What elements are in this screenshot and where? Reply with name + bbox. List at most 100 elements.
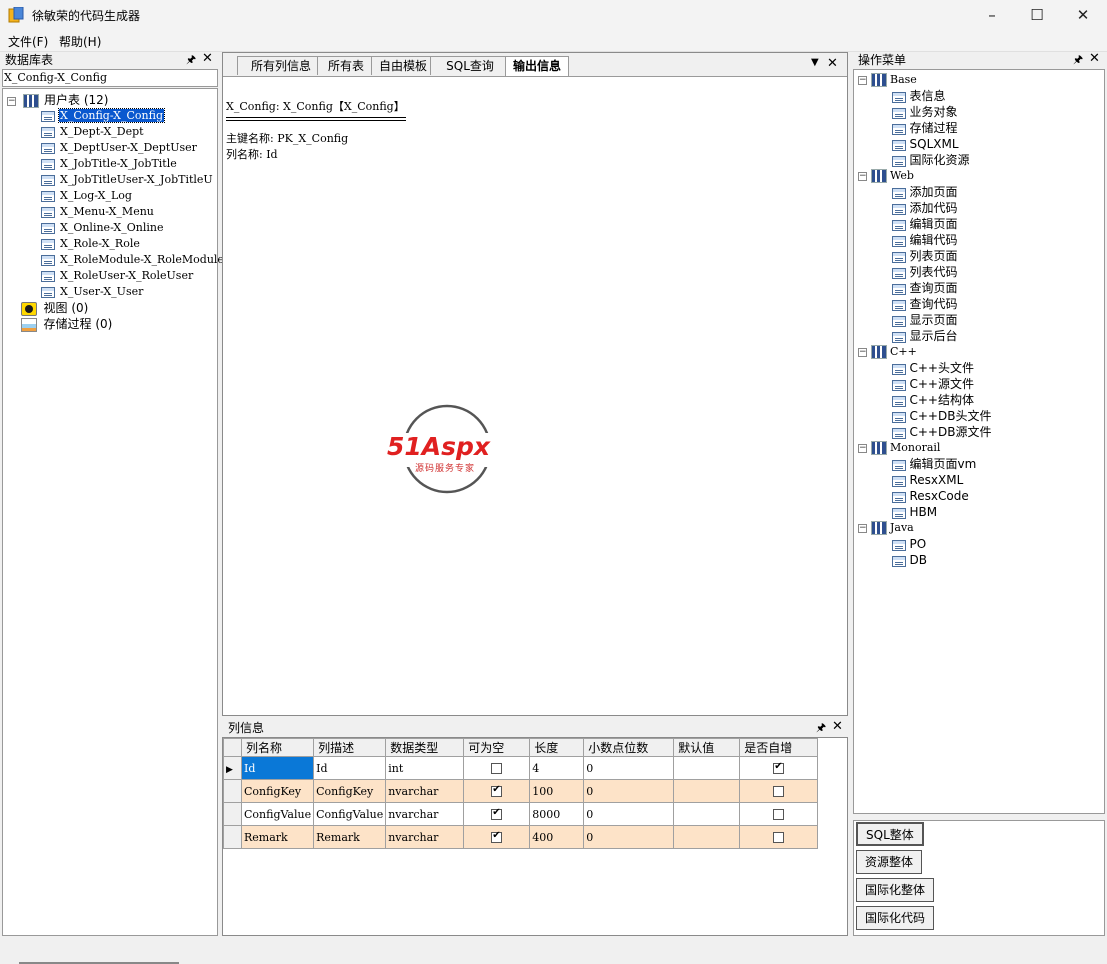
cell-type[interactable]: nvarchar	[385, 802, 465, 826]
op-item[interactable]: 编辑页面	[892, 216, 958, 232]
tab-1[interactable]: 所有表	[317, 56, 375, 75]
op-item[interactable]: 表信息	[892, 88, 946, 104]
op-item[interactable]: PO	[892, 536, 926, 552]
cell-default[interactable]	[673, 802, 741, 826]
tree-item-table[interactable]: X_RoleUser-X_RoleUser	[41, 268, 225, 284]
close-icon[interactable]: ✕	[832, 719, 843, 735]
grid-column-header[interactable]: 默认值	[673, 738, 741, 757]
op-item[interactable]: 编辑代码	[892, 232, 958, 248]
pin-icon[interactable]: 🖈	[816, 720, 826, 736]
checkbox[interactable]	[491, 830, 503, 843]
cell-identity[interactable]	[739, 802, 819, 826]
op-group-c[interactable]: − C++	[858, 344, 917, 360]
op-item[interactable]: C++结构体	[892, 392, 974, 408]
row-header[interactable]	[223, 825, 242, 849]
tree-item-table[interactable]: X_Config-X_Config	[41, 108, 225, 124]
tree-item-table[interactable]: X_RoleModule-X_RoleModule	[41, 252, 225, 268]
cell-type[interactable]: nvarchar	[385, 779, 465, 803]
cell-scale[interactable]: 0	[583, 756, 675, 780]
current-table-field[interactable]: X_Config-X_Config	[2, 69, 218, 87]
cell-identity[interactable]	[739, 825, 819, 849]
op-item[interactable]: HBM	[892, 504, 937, 520]
op-item[interactable]: ResxXML	[892, 472, 963, 488]
minimize-button[interactable]: –	[969, 0, 1015, 30]
cell-identity[interactable]	[739, 756, 819, 780]
tree-node-user-tables[interactable]: − 用户表 (12)	[7, 92, 108, 108]
grid-column-header[interactable]: 可为空	[463, 738, 531, 757]
tree-node-views[interactable]: 视图 (0)	[21, 300, 88, 316]
close-icon[interactable]: ✕	[1089, 51, 1100, 67]
op-button-3[interactable]: 国际化代码	[856, 906, 935, 930]
cell-length[interactable]: 100	[529, 779, 585, 803]
collapse-icon[interactable]: −	[858, 347, 867, 357]
tree-item-table[interactable]: X_JobTitleUser-X_JobTitleU	[41, 172, 225, 188]
op-item[interactable]: 添加代码	[892, 200, 958, 216]
cell-desc[interactable]: ConfigKey	[313, 779, 387, 803]
row-header[interactable]: ▶	[223, 756, 242, 780]
table-row[interactable]: ▶ Id Id int 4 0	[223, 756, 819, 780]
op-item[interactable]: 查询代码	[892, 296, 958, 312]
op-item[interactable]: C++DB头文件	[892, 408, 991, 424]
collapse-icon[interactable]: −	[858, 443, 867, 453]
op-item[interactable]: 业务对象	[892, 104, 958, 120]
op-item[interactable]: C++源文件	[892, 376, 974, 392]
collapse-icon[interactable]: −	[7, 96, 16, 106]
checkbox[interactable]	[491, 807, 503, 820]
tab-2[interactable]: 自由模板	[371, 56, 435, 75]
cell-scale[interactable]: 0	[583, 802, 675, 826]
checkbox[interactable]	[773, 809, 785, 820]
cell-nullable[interactable]	[463, 756, 531, 780]
cell-name[interactable]: Id	[240, 756, 315, 780]
op-button-1[interactable]: 资源整体	[856, 850, 923, 874]
table-row[interactable]: RemarkRemarknvarchar4000	[223, 825, 819, 849]
table-row[interactable]: ConfigValueConfigValuenvarchar80000	[223, 802, 819, 826]
cell-length[interactable]: 8000	[529, 802, 585, 826]
op-item[interactable]: 查询页面	[892, 280, 958, 296]
cell-nullable[interactable]	[463, 802, 531, 826]
cell-nullable[interactable]	[463, 779, 531, 803]
op-button-2[interactable]: 国际化整体	[856, 878, 935, 902]
cell-name[interactable]: ConfigValue	[240, 802, 315, 826]
op-item[interactable]: 列表页面	[892, 248, 958, 264]
pin-icon[interactable]: 🖈	[1073, 52, 1083, 68]
cell-length[interactable]: 400	[529, 825, 585, 849]
checkbox[interactable]	[773, 786, 785, 797]
chevron-down-icon[interactable]: ▼	[811, 57, 819, 68]
cell-type[interactable]: int	[385, 756, 465, 780]
op-item[interactable]: 显示后台	[892, 328, 958, 344]
cell-scale[interactable]: 0	[583, 779, 675, 803]
collapse-icon[interactable]: −	[858, 523, 867, 533]
cell-desc[interactable]: ConfigValue	[313, 802, 387, 826]
close-icon[interactable]: ✕	[202, 51, 213, 67]
grid-column-header[interactable]: 是否自增	[739, 738, 819, 757]
op-item[interactable]: 国际化资源	[892, 152, 970, 168]
row-header[interactable]	[223, 779, 242, 803]
collapse-icon[interactable]: −	[858, 171, 867, 181]
tree-item-table[interactable]: X_DeptUser-X_DeptUser	[41, 140, 225, 156]
op-item[interactable]: DB	[892, 552, 927, 568]
cell-default[interactable]	[673, 825, 741, 849]
tab-0[interactable]: 所有列信息	[237, 56, 325, 75]
checkbox[interactable]	[491, 763, 503, 774]
maximize-button[interactable]: ☐	[1014, 0, 1060, 30]
tab-4[interactable]: 输出信息	[505, 56, 569, 76]
op-item[interactable]: C++DB源文件	[892, 424, 991, 440]
tree-item-table[interactable]: X_JobTitle-X_JobTitle	[41, 156, 225, 172]
cell-name[interactable]: ConfigKey	[240, 779, 315, 803]
tree-item-table[interactable]: X_User-X_User	[41, 284, 225, 300]
op-item[interactable]: C++头文件	[892, 360, 974, 376]
tab-3[interactable]: SQL查询	[430, 56, 510, 75]
tree-item-table[interactable]: X_Online-X_Online	[41, 220, 225, 236]
cell-scale[interactable]: 0	[583, 825, 675, 849]
grid-column-header[interactable]: 数据类型	[385, 738, 465, 757]
op-group-java[interactable]: − Java	[858, 520, 914, 536]
grid-column-header[interactable]: 列描述	[313, 738, 387, 757]
op-item[interactable]: 添加页面	[892, 184, 958, 200]
op-group-monorail[interactable]: − Monorail	[858, 440, 940, 456]
op-group-base[interactable]: − Base	[858, 72, 917, 88]
collapse-icon[interactable]: −	[858, 75, 867, 85]
op-button-0[interactable]: SQL整体	[856, 822, 924, 846]
op-item[interactable]: 编辑页面vm	[892, 456, 976, 472]
cell-desc[interactable]: Remark	[313, 825, 387, 849]
cell-default[interactable]	[673, 779, 741, 803]
